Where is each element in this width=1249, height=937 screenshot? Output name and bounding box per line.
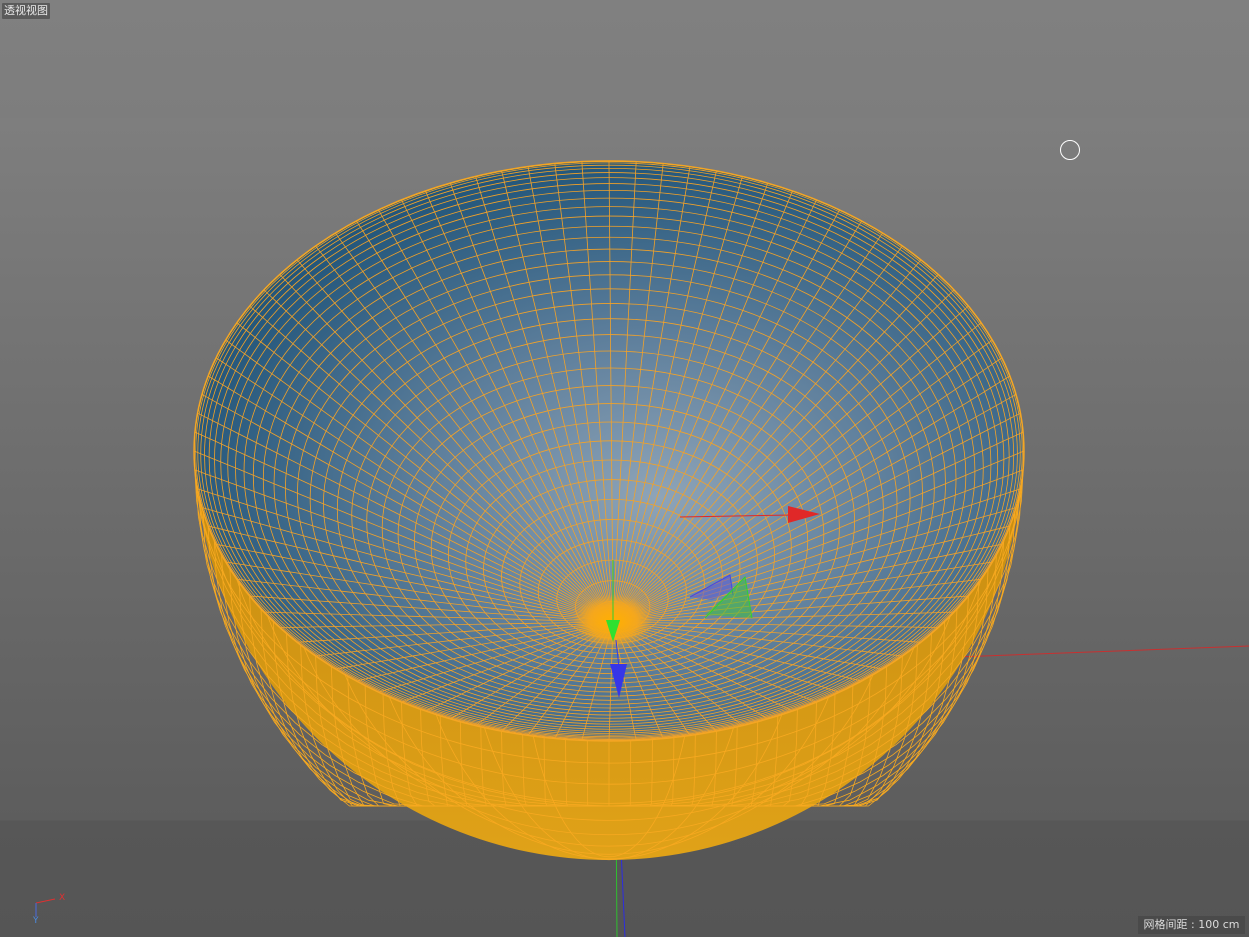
world-x-axis-line bbox=[929, 645, 1249, 659]
mini-y-axis-label: Y bbox=[33, 916, 39, 926]
cursor-ring-icon bbox=[1060, 140, 1080, 160]
axis-orientation-widget: X Y bbox=[28, 893, 72, 929]
mini-x-axis-label: X bbox=[59, 893, 66, 903]
grid-spacing-readout: 网格间距 : 100 cm bbox=[1138, 916, 1245, 934]
mini-x-axis-icon bbox=[35, 898, 56, 904]
viewport-title[interactable]: 透视视图 bbox=[2, 3, 50, 19]
perspective-viewport[interactable]: 透视视图 X Y 网格间距 : 100 cm bbox=[0, 0, 1249, 937]
hemisphere-scene bbox=[193, 160, 1249, 937]
